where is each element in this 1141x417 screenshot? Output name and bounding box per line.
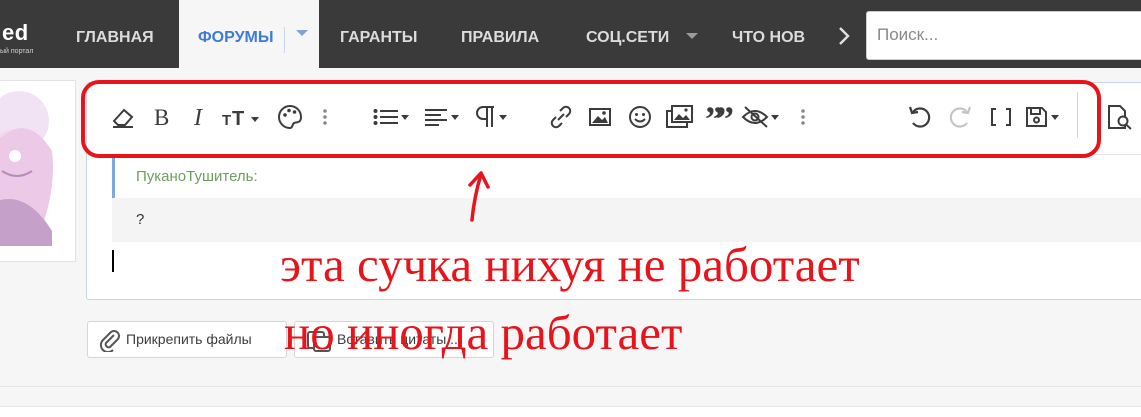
quote-author[interactable]: ПуканоТушитель: <box>136 168 258 185</box>
annotation-arrow-icon <box>462 168 492 227</box>
nav-social[interactable]: СОЦ.СЕТИ <box>586 0 698 68</box>
avatar[interactable] <box>0 80 76 262</box>
quote-text: ? <box>136 211 145 228</box>
nav-social-label: СОЦ.СЕТИ <box>586 29 670 46</box>
attach-files-label: Прикрепить файлы <box>126 331 252 347</box>
chevron-down-icon[interactable] <box>685 27 698 44</box>
logo-subtext: ый портал <box>0 48 34 55</box>
bottom-panel <box>0 406 1141 417</box>
nav-guarantors[interactable]: ГАРАНТЫ <box>340 0 417 68</box>
nav-forums-label: ФОРУМЫ <box>198 29 274 46</box>
chevron-right-icon[interactable] <box>836 26 852 51</box>
nav-separator <box>284 27 285 53</box>
quote-body <box>112 198 1141 242</box>
search-box[interactable] <box>866 11 1141 60</box>
annotation-line-1: эта сучка нихуя не работает <box>280 237 860 292</box>
nav-forums[interactable]: ФОРУМЫ <box>179 0 319 68</box>
nav-rules[interactable]: ПРАВИЛА <box>461 0 539 68</box>
chevron-down-icon[interactable] <box>296 0 308 71</box>
section-divider <box>0 386 1141 387</box>
preview-icon[interactable] <box>1106 101 1136 133</box>
nav-home[interactable]: ГЛАВНАЯ <box>76 0 154 68</box>
top-navbar: ed ый портал ГЛАВНАЯ ФОРУМЫ ГАРАНТЫ ПРАВ… <box>0 0 1141 68</box>
annotation-highlight-box <box>81 80 1101 158</box>
attach-files-button[interactable]: Прикрепить файлы <box>87 321 287 358</box>
search-input[interactable] <box>875 24 1139 46</box>
nav-whats-new[interactable]: ЧТО НОВ <box>732 0 812 68</box>
annotation-line-2: но иногда работает <box>284 305 683 360</box>
logo-text: ed <box>2 20 29 45</box>
paperclip-icon <box>98 328 122 357</box>
text-cursor <box>112 250 114 272</box>
